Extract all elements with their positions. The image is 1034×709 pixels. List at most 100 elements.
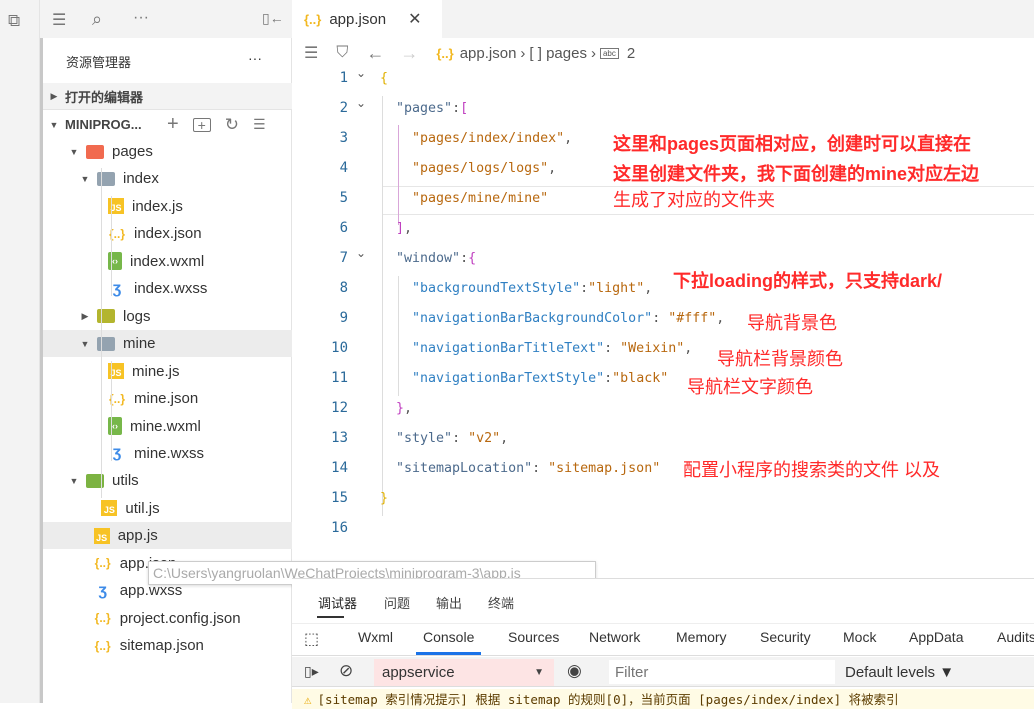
levels-dropdown[interactable]: Default levels ▼: [845, 664, 954, 681]
bookmark-icon[interactable]: ⛉: [336, 44, 348, 62]
tree-item[interactable]: ‹› mine.wxml: [43, 413, 292, 440]
tree-item[interactable]: {..} index.json: [43, 220, 292, 247]
tree-item[interactable]: ʒ mine.wxss: [43, 440, 292, 467]
devtools-tab[interactable]: Sources: [508, 629, 559, 645]
tree-item[interactable]: ▼ pages: [43, 138, 292, 165]
tree-item-label: pages: [112, 143, 153, 160]
code-token: :: [652, 311, 669, 326]
devtools-tab[interactable]: Console: [416, 629, 482, 655]
more-icon[interactable]: ···: [133, 9, 149, 27]
search-icon[interactable]: ⌕: [92, 9, 102, 30]
tree-item[interactable]: JS app.js: [43, 522, 292, 550]
open-editors-section[interactable]: ▶ 打开的编辑器: [43, 83, 292, 110]
context-select[interactable]: appservice ▼: [374, 659, 554, 686]
chevron-down-icon: ▼: [49, 119, 59, 130]
clear-console-icon[interactable]: ⊘: [339, 661, 353, 681]
tree-item-label: mine: [123, 335, 156, 353]
tree-item[interactable]: JS mine.js: [43, 358, 292, 385]
line-number: 12: [331, 400, 348, 416]
outline-icon[interactable]: ☰: [304, 43, 318, 63]
tab-app-json[interactable]: {..} app.json ✕: [292, 0, 442, 38]
tree-item[interactable]: ʒ index.wxss: [43, 275, 292, 302]
line-number: 14: [331, 460, 348, 476]
back-arrow-icon[interactable]: ←: [366, 43, 384, 64]
json-file-icon: {..}: [94, 556, 111, 571]
fold-chevron-icon[interactable]: ⌄: [356, 246, 366, 260]
collapse-icon[interactable]: ▯←: [262, 10, 284, 27]
window-icon[interactable]: ⧉: [8, 11, 20, 31]
code-line: "pages/logs/logs",: [380, 161, 556, 176]
code-token: "window": [380, 251, 461, 266]
chevron-down-icon: ▼: [80, 338, 90, 349]
new-file-icon[interactable]: +: [167, 113, 179, 136]
code-token: :: [580, 281, 589, 296]
tree-item[interactable]: ▼ mine: [43, 330, 292, 358]
breadcrumb: ☰ ⛉ ← → {..} app.json › [ ] pages › abc …: [292, 38, 1034, 68]
devtools-tab[interactable]: Network: [589, 629, 640, 645]
code-token: ,: [684, 341, 693, 356]
breadcrumb-pages[interactable]: [ ] pages: [529, 45, 587, 62]
devtools-tab[interactable]: Mock: [843, 629, 876, 645]
code-line: "pages":[: [380, 101, 468, 116]
explorer-more-button[interactable]: ···: [248, 50, 262, 66]
code-line: },: [380, 401, 412, 416]
code-token: "v2": [468, 431, 501, 446]
eye-icon[interactable]: ◉: [567, 661, 582, 681]
line-number: 6: [339, 220, 348, 236]
breadcrumb-file[interactable]: app.json: [460, 45, 517, 62]
tree-item[interactable]: ▶ logs: [43, 303, 292, 330]
inspect-icon[interactable]: ⬚: [304, 629, 319, 649]
panel-tab[interactable]: 问题: [384, 593, 410, 612]
refresh-icon[interactable]: ↻: [225, 115, 239, 135]
tree-item-label: sitemap.json: [119, 637, 204, 655]
filter-input[interactable]: [609, 660, 835, 684]
tree-item[interactable]: ‹› index.wxml: [43, 248, 292, 275]
panel-tab[interactable]: 输出: [436, 593, 462, 612]
devtools-tab[interactable]: Wxml: [358, 629, 393, 645]
project-section[interactable]: ▼ MINIPROG... + + ↻ ☰: [43, 111, 292, 138]
new-folder-icon[interactable]: +: [192, 117, 211, 133]
tree-item[interactable]: {..} sitemap.json: [43, 632, 292, 659]
code-line: "navigationBarTextStyle":"black": [380, 371, 668, 386]
code-token: [: [460, 101, 469, 116]
fold-chevron-icon[interactable]: ⌄: [356, 66, 366, 80]
code-token: "light": [588, 281, 645, 296]
code-line: "pages/index/index",: [380, 131, 572, 146]
panel-tab[interactable]: 终端: [488, 593, 514, 612]
sidebar-toggle-icon[interactable]: ▯▸: [304, 663, 319, 680]
panel-tab[interactable]: 调试器: [318, 593, 357, 612]
tree-item-label: utils: [112, 472, 139, 490]
activity-bar: ⧉: [0, 0, 40, 703]
line-number: 7: [339, 250, 348, 266]
tree-item[interactable]: JS util.js: [43, 495, 292, 522]
code-line: "pages/mine/mine": [380, 191, 548, 206]
devtools-tab[interactable]: Memory: [676, 629, 727, 645]
tree-item[interactable]: {..} mine.json: [43, 385, 292, 412]
context-value: appservice: [382, 664, 455, 681]
project-label: MINIPROG...: [65, 117, 142, 132]
tree-item[interactable]: ▼ index: [43, 165, 292, 192]
bottom-panel: 调试器 问题 输出 终端 ⬚ Wxml Console Sources Network Mem…: [292, 578, 1034, 709]
fold-chevron-icon[interactable]: ⌄: [356, 96, 366, 110]
code-token: :: [604, 371, 613, 386]
close-icon[interactable]: ✕: [408, 9, 421, 29]
code-token: :: [452, 101, 461, 116]
list-icon[interactable]: ☰: [52, 10, 66, 30]
warning-text: [sitemap 索引情况提示] 根据 sitemap 的规则[0]，当前页面 …: [317, 692, 899, 707]
chevron-down-icon: ▼: [80, 173, 90, 184]
tree-item[interactable]: ▼ utils: [43, 467, 292, 494]
collapse-all-icon[interactable]: ☰: [253, 116, 266, 133]
tree-item[interactable]: JS index.js: [43, 193, 292, 220]
devtools-tab[interactable]: Audits: [997, 629, 1034, 645]
code-token: }: [380, 491, 389, 506]
line-number: 4: [339, 160, 348, 176]
tree-item-label: mine.json: [134, 390, 199, 408]
json-file-icon: {..}: [94, 638, 111, 653]
breadcrumb-item[interactable]: 2: [627, 45, 635, 62]
code-token: "pages/logs/logs": [380, 161, 549, 176]
code-token: ]: [380, 221, 405, 236]
devtools-tab[interactable]: Security: [760, 629, 811, 645]
tree-item[interactable]: {..} project.config.json: [43, 605, 292, 632]
devtools-tab[interactable]: AppData: [909, 629, 963, 645]
forward-arrow-icon[interactable]: →: [400, 43, 418, 64]
